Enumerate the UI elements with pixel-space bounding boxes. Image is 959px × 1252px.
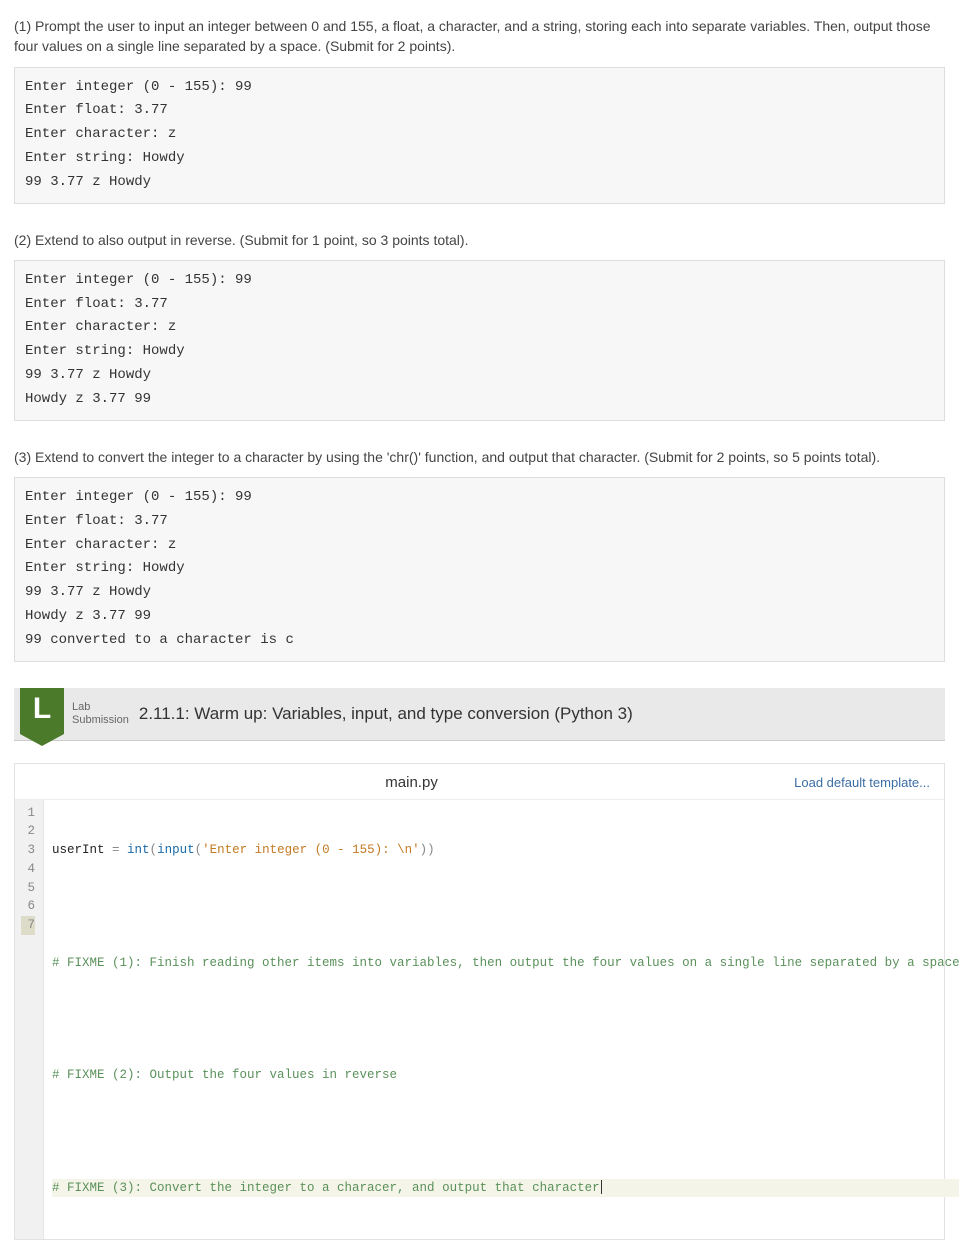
- text-cursor-icon: [601, 1180, 602, 1194]
- lab-badge: L: [14, 688, 70, 740]
- code-line[interactable]: # FIXME (2): Output the four values in r…: [52, 1066, 959, 1085]
- lab-meta: Lab Submission: [72, 701, 129, 725]
- code-editor[interactable]: 1 2 3 4 5 6 7 userInt = int(input('Enter…: [15, 799, 944, 1239]
- part1-sample-output: Enter integer (0 - 155): 99 Enter float:…: [14, 67, 945, 204]
- line-number: 7: [21, 916, 35, 935]
- line-number: 5: [21, 879, 35, 898]
- code-line[interactable]: [52, 1010, 959, 1029]
- code-line[interactable]: # FIXME (1): Finish reading other items …: [52, 954, 959, 973]
- code-lines[interactable]: userInt = int(input('Enter integer (0 - …: [44, 800, 959, 1239]
- line-number: 4: [21, 860, 35, 879]
- editor-titlebar: main.py Load default template...: [15, 764, 944, 799]
- code-editor-panel: main.py Load default template... 1 2 3 4…: [14, 763, 945, 1240]
- lab-meta-line1: Lab: [72, 701, 129, 713]
- code-line[interactable]: # FIXME (3): Convert the integer to a ch…: [52, 1179, 959, 1198]
- code-line[interactable]: [52, 897, 959, 916]
- line-number: 2: [21, 822, 35, 841]
- part2-sample-output: Enter integer (0 - 155): 99 Enter float:…: [14, 260, 945, 421]
- line-number: 3: [21, 841, 35, 860]
- part2-instruction: (2) Extend to also output in reverse. (S…: [14, 230, 945, 250]
- lab-title: 2.11.1: Warm up: Variables, input, and t…: [139, 704, 633, 724]
- lab-meta-line2: Submission: [72, 714, 129, 726]
- lab-badge-letter: L: [20, 688, 64, 734]
- lab-header: L Lab Submission 2.11.1: Warm up: Variab…: [14, 688, 945, 741]
- code-line[interactable]: [52, 1122, 959, 1141]
- part1-instruction: (1) Prompt the user to input an integer …: [14, 16, 945, 57]
- line-number: 1: [21, 804, 35, 823]
- line-number: 6: [21, 897, 35, 916]
- load-default-template-link[interactable]: Load default template...: [794, 775, 930, 790]
- editor-filename: main.py: [29, 774, 794, 791]
- code-line[interactable]: userInt = int(input('Enter integer (0 - …: [52, 841, 959, 860]
- line-number-gutter: 1 2 3 4 5 6 7: [15, 800, 44, 1239]
- part3-instruction: (3) Extend to convert the integer to a c…: [14, 447, 945, 467]
- part3-sample-output: Enter integer (0 - 155): 99 Enter float:…: [14, 477, 945, 662]
